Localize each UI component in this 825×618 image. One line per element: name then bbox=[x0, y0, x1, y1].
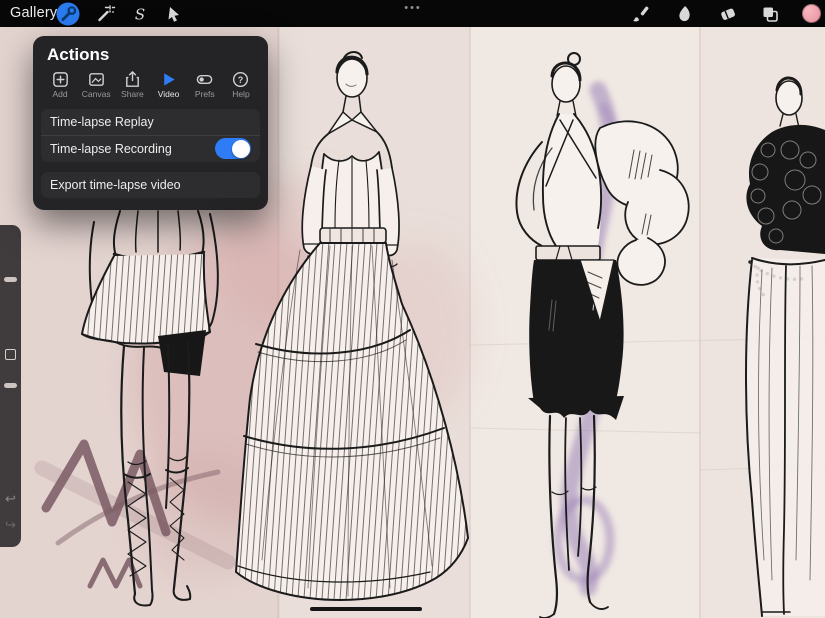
layers-icon bbox=[757, 1, 783, 27]
brush-size-slider-handle[interactable] bbox=[4, 277, 17, 282]
brush-tool-button[interactable] bbox=[628, 0, 655, 27]
actions-tab-bar: Add Canvas Share Video bbox=[33, 67, 268, 104]
timelapse-replay-label: Time-lapse Replay bbox=[50, 115, 154, 129]
opacity-slider-handle[interactable] bbox=[4, 383, 17, 388]
actions-wrench-button[interactable] bbox=[54, 0, 81, 27]
timelapse-replay-row[interactable]: Time-lapse Replay bbox=[41, 109, 260, 135]
share-icon bbox=[123, 70, 142, 89]
toggle-knob bbox=[232, 140, 250, 158]
fashion-figure-4 bbox=[746, 78, 825, 616]
export-group: Export time-lapse video bbox=[41, 172, 260, 198]
svg-text:S: S bbox=[134, 5, 144, 23]
tab-canvas[interactable]: Canvas bbox=[80, 70, 112, 99]
eraser-icon bbox=[715, 1, 741, 27]
timelapse-recording-row[interactable]: Time-lapse Recording bbox=[41, 135, 260, 162]
export-timelapse-row[interactable]: Export time-lapse video bbox=[41, 172, 260, 198]
smudge-finger-icon bbox=[672, 1, 698, 27]
prefs-toggle-icon bbox=[195, 70, 214, 89]
multitask-dots[interactable]: ••• bbox=[396, 1, 430, 15]
video-play-icon bbox=[159, 70, 178, 89]
color-swatch-button[interactable] bbox=[802, 4, 821, 23]
timelapse-group: Time-lapse Replay Time-lapse Recording bbox=[41, 109, 260, 162]
wrench-icon bbox=[55, 1, 81, 27]
redo-button[interactable]: ↪ bbox=[0, 518, 21, 531]
smudge-tool-button[interactable] bbox=[671, 0, 698, 27]
layers-button[interactable] bbox=[756, 0, 783, 27]
transform-arrow-icon bbox=[161, 1, 187, 27]
tab-add[interactable]: Add bbox=[44, 70, 76, 99]
add-icon bbox=[51, 70, 70, 89]
canvas-icon bbox=[87, 70, 106, 89]
selection-s-icon: S bbox=[127, 1, 153, 27]
bottom-ink-line bbox=[310, 607, 422, 611]
tab-prefs[interactable]: Prefs bbox=[189, 70, 221, 99]
transform-button[interactable] bbox=[160, 0, 187, 27]
selection-button[interactable]: S bbox=[126, 0, 153, 27]
tab-video[interactable]: Video bbox=[153, 70, 185, 99]
tab-share[interactable]: Share bbox=[116, 70, 148, 99]
magic-wand-icon bbox=[92, 1, 118, 27]
gallery-button[interactable]: Gallery bbox=[10, 0, 57, 27]
top-toolbar: Gallery S ••• bbox=[0, 0, 825, 27]
eraser-tool-button[interactable] bbox=[714, 0, 741, 27]
sidebar-sliders[interactable]: ↩ ↪ bbox=[0, 225, 21, 547]
timelapse-recording-label: Time-lapse Recording bbox=[50, 142, 172, 156]
help-icon: ? bbox=[231, 70, 250, 89]
paintbrush-icon bbox=[629, 1, 655, 27]
adjustments-button[interactable] bbox=[91, 0, 118, 27]
svg-text:?: ? bbox=[238, 75, 244, 85]
actions-panel-title: Actions bbox=[33, 36, 268, 67]
export-timelapse-label: Export time-lapse video bbox=[50, 178, 181, 192]
timelapse-recording-toggle[interactable] bbox=[215, 138, 251, 159]
undo-button[interactable]: ↩ bbox=[0, 492, 21, 505]
actions-panel: Actions Add Canvas Share bbox=[33, 36, 268, 210]
modify-button[interactable] bbox=[5, 349, 16, 360]
tab-help[interactable]: ? Help bbox=[225, 70, 257, 99]
